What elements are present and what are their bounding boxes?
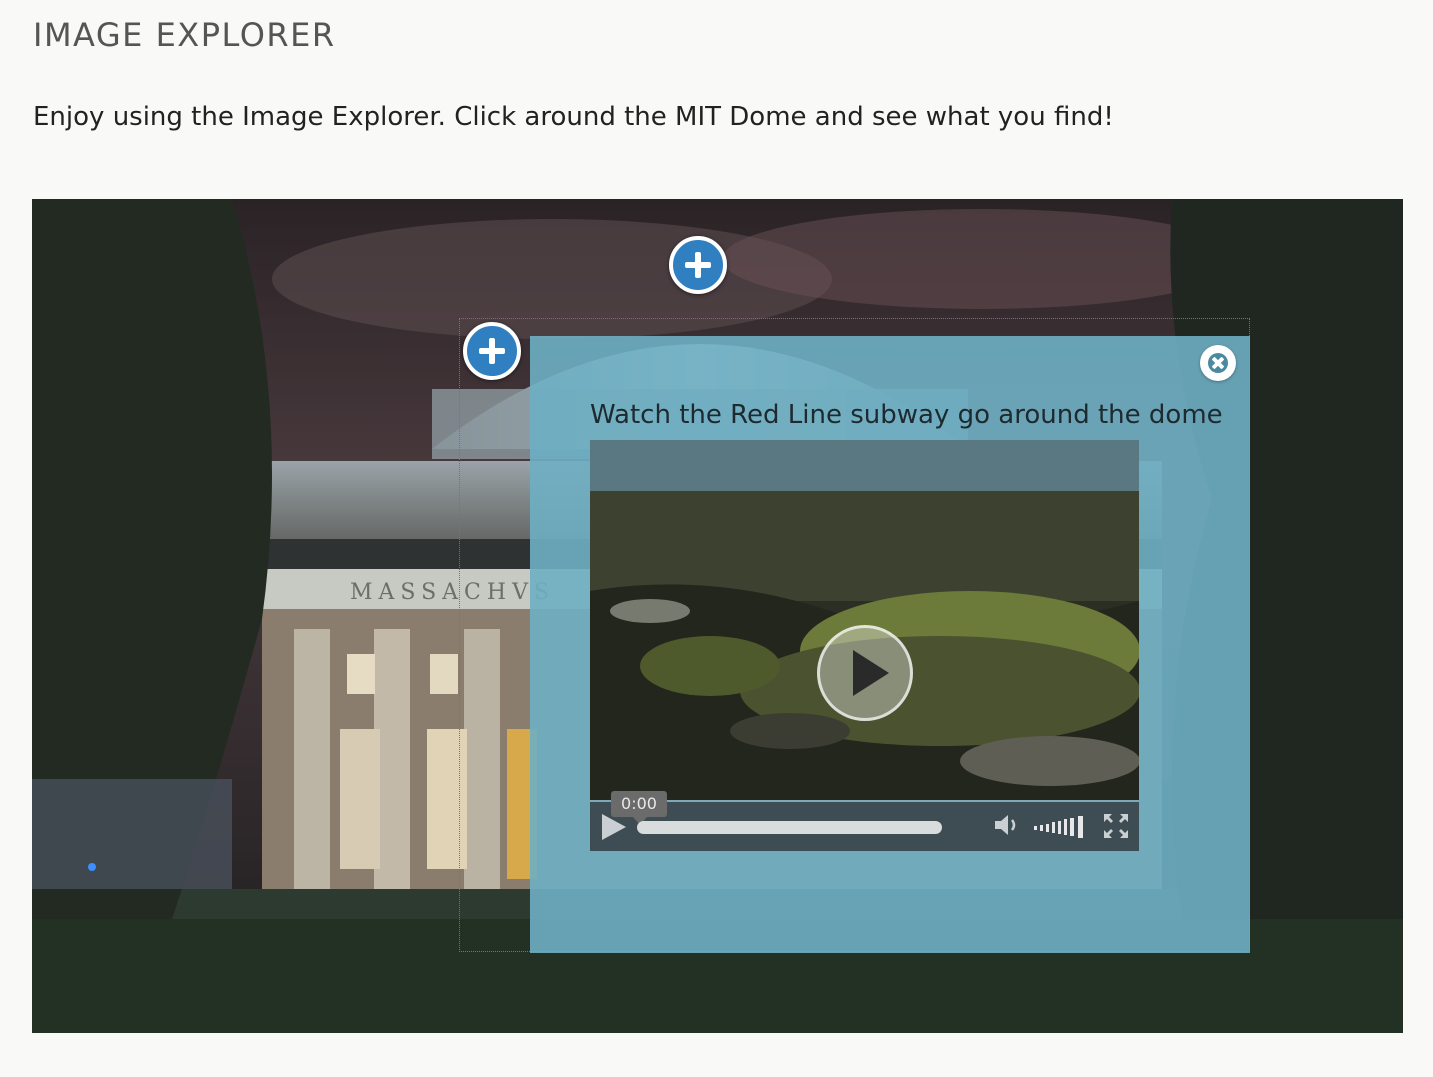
hotspot-dome-top-button[interactable] bbox=[669, 236, 727, 294]
volume-level-bars[interactable] bbox=[1034, 814, 1092, 838]
hotspot-dome-left-button[interactable] bbox=[463, 322, 521, 380]
intro-text: Enjoy using the Image Explorer. Click ar… bbox=[33, 102, 1114, 132]
seek-slider[interactable] bbox=[637, 821, 942, 834]
fullscreen-icon[interactable] bbox=[1102, 812, 1130, 840]
popup-title: Watch the Red Line subway go around the … bbox=[590, 400, 1223, 430]
svg-text:MASSACHVS: MASSACHVS bbox=[350, 580, 555, 605]
video-letterbox bbox=[590, 440, 1139, 491]
time-display: 0:00 bbox=[611, 791, 667, 825]
video-player[interactable]: 0:00 bbox=[590, 440, 1139, 851]
progress-bar[interactable] bbox=[590, 800, 1139, 802]
hotspot-popup: Watch the Red Line subway go around the … bbox=[530, 336, 1250, 953]
close-button[interactable] bbox=[1200, 345, 1236, 381]
image-explorer: MASSACHVS Watch the Red Line subway go a… bbox=[32, 199, 1403, 1033]
big-play-button[interactable] bbox=[817, 625, 913, 721]
video-controls: 0:00 bbox=[590, 791, 1139, 851]
play-icon[interactable] bbox=[602, 814, 626, 840]
video-frame[interactable] bbox=[590, 491, 1139, 800]
volume-icon[interactable] bbox=[993, 812, 1023, 838]
close-icon bbox=[1208, 353, 1228, 373]
page-title: IMAGE EXPLORER bbox=[33, 16, 336, 54]
